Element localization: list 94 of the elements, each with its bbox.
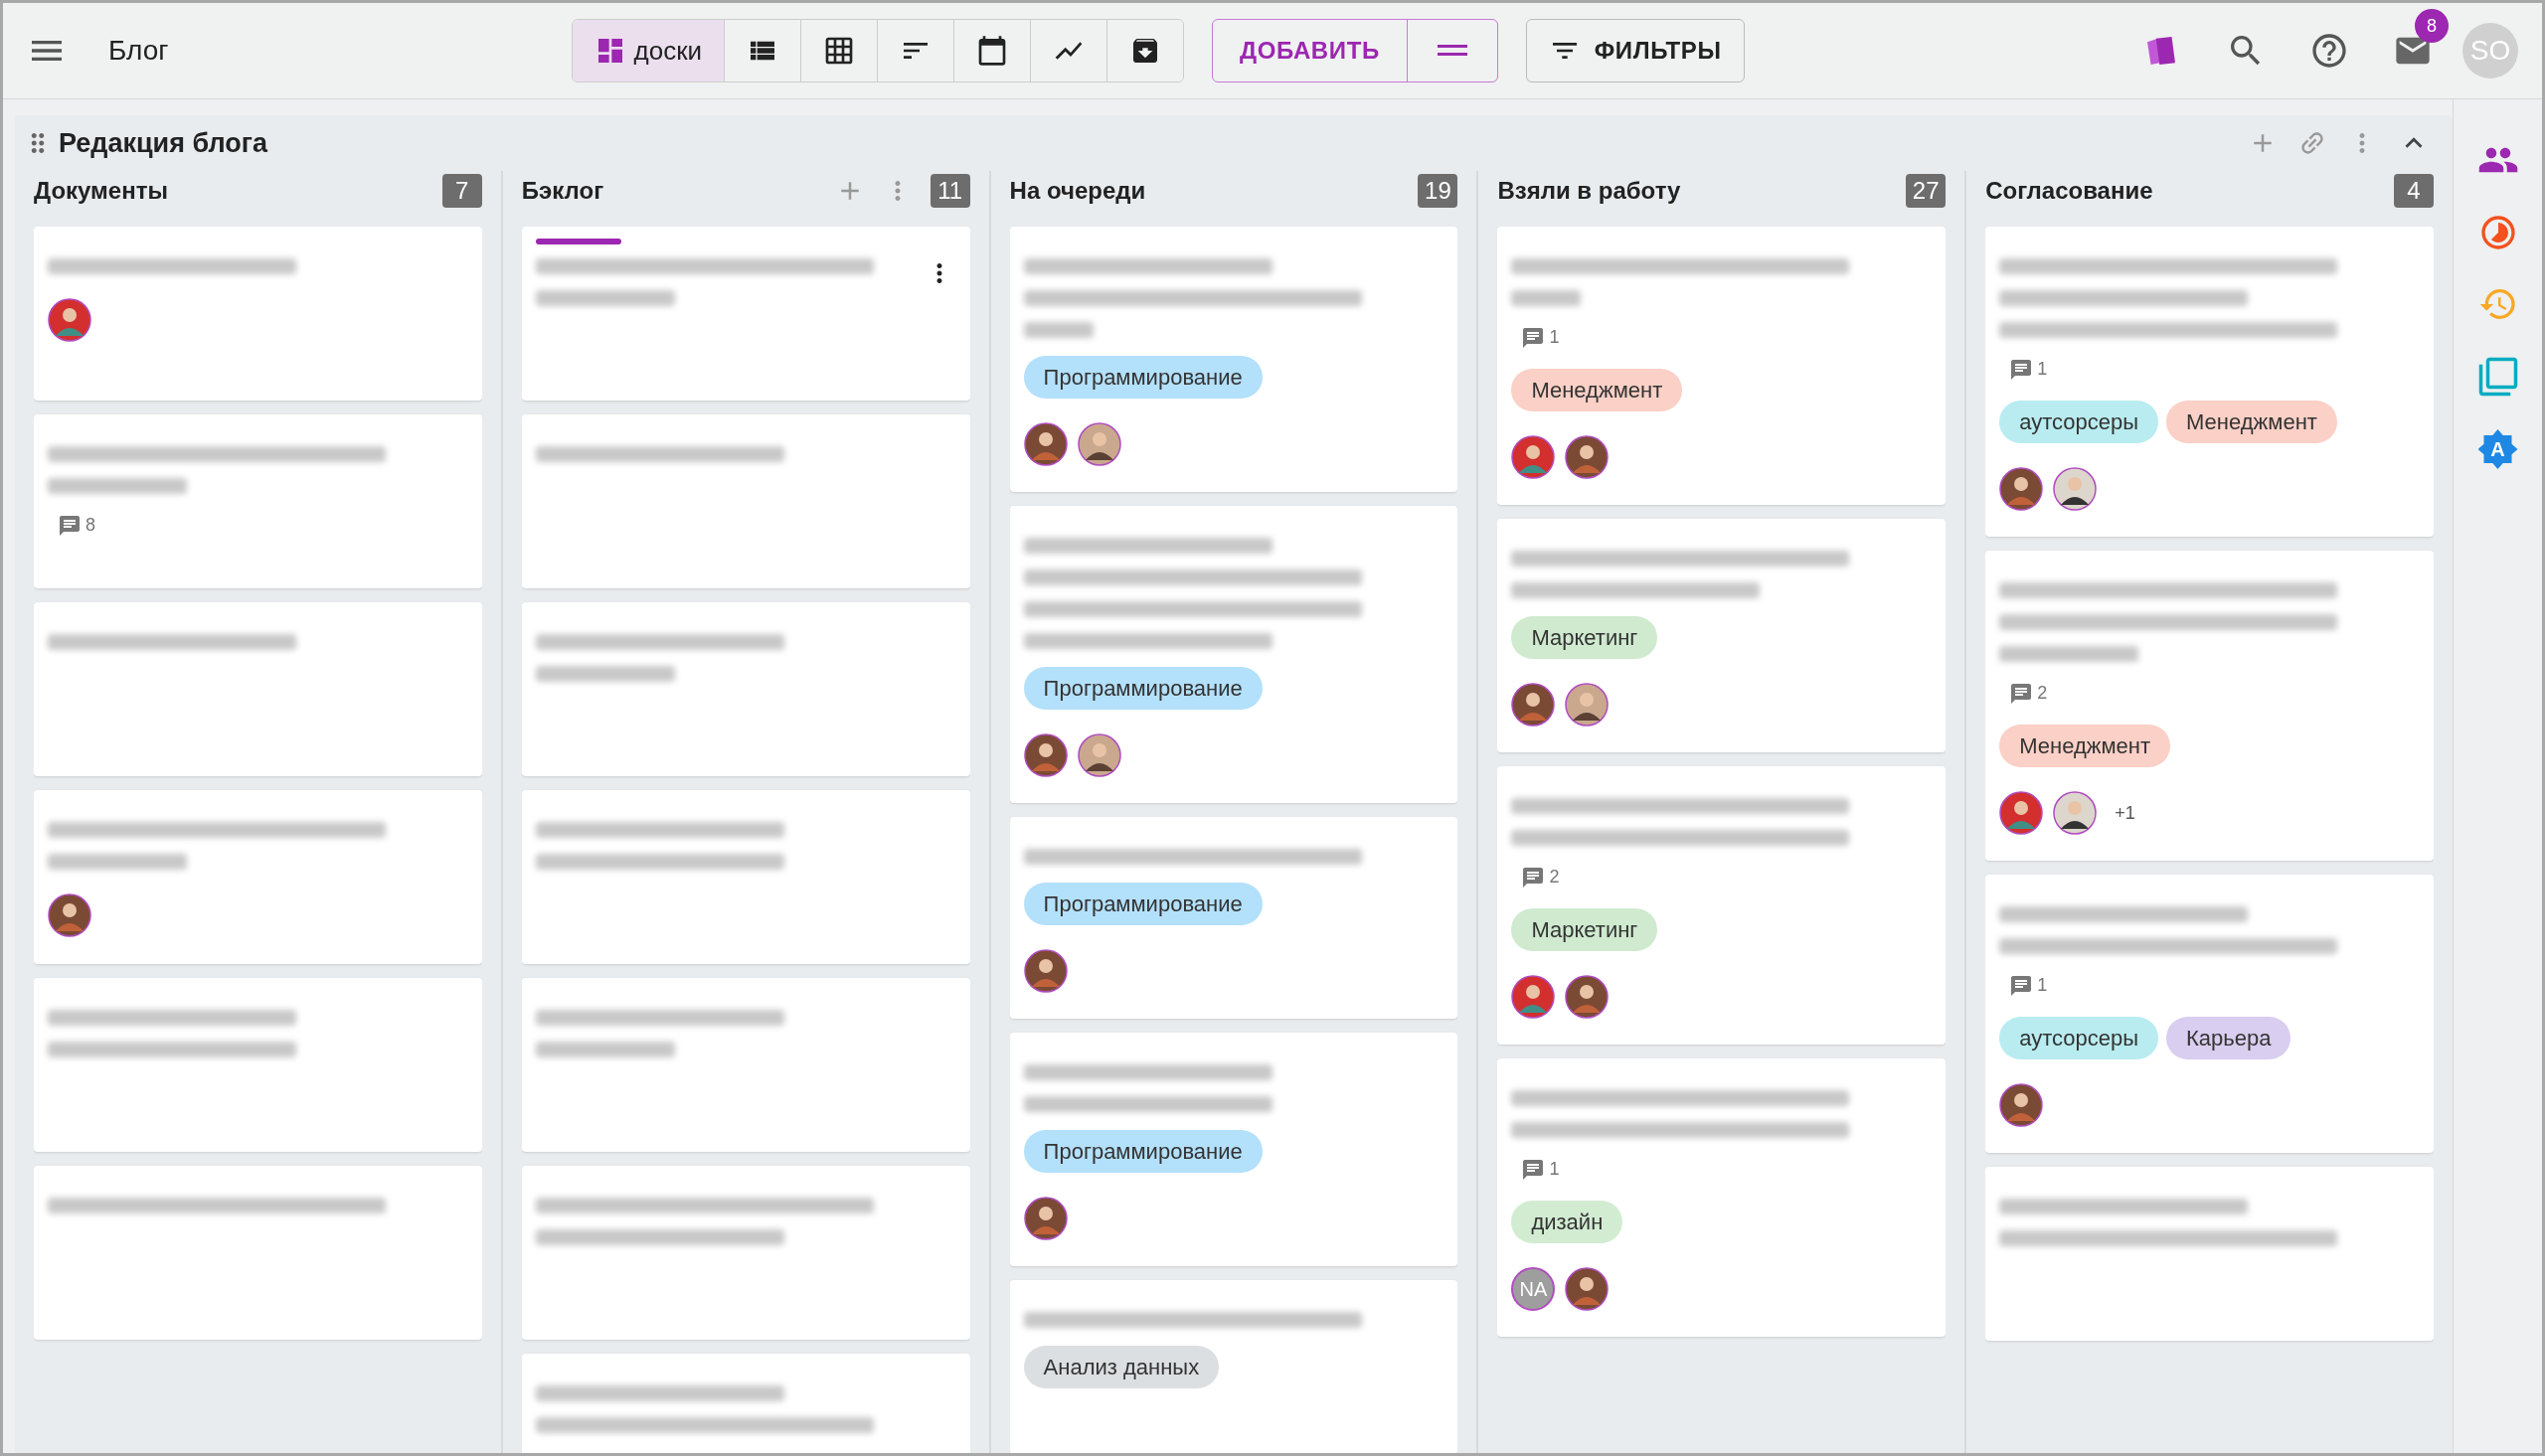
- user-avatar: [1565, 435, 1610, 479]
- comment-count: 1: [2037, 974, 2048, 997]
- tag: Менеджмент: [1511, 369, 1683, 411]
- tag: Программирование: [1023, 667, 1263, 710]
- badge-icon[interactable]: A: [2477, 429, 2518, 469]
- tag: Карьера: [2166, 1017, 2291, 1059]
- more-count: +1: [2115, 801, 2135, 825]
- comment-icon: [2009, 681, 2034, 706]
- user-avatar: [1023, 733, 1068, 777]
- tag: Маркетинг: [1511, 616, 1658, 659]
- task-card[interactable]: Анализ данных: [1009, 1280, 1458, 1453]
- view-tab[interactable]: [1106, 20, 1184, 81]
- help-icon[interactable]: [2309, 31, 2349, 71]
- count-badge: 27: [1906, 174, 1947, 208]
- copy-icon[interactable]: [2476, 356, 2519, 398]
- comment-count: 1: [1549, 326, 1560, 349]
- comment-icon: [1521, 1157, 1546, 1182]
- user-avatar: [1077, 422, 1121, 466]
- task-card[interactable]: [1985, 1167, 2434, 1341]
- tag: Менеджмент: [2166, 401, 2337, 443]
- user-avatar: [1511, 975, 1556, 1019]
- tag: Анализ данных: [1023, 1346, 1220, 1388]
- task-card[interactable]: 1 Менеджмент: [1497, 227, 1947, 505]
- task-card[interactable]: [521, 790, 970, 964]
- user-avatar: [1565, 1267, 1610, 1311]
- task-card[interactable]: 2 Маркетинг: [1497, 766, 1947, 1045]
- tag: Маркетинг: [1511, 908, 1658, 951]
- user-avatar: [1999, 791, 2044, 835]
- task-card[interactable]: [34, 227, 482, 401]
- comment-icon: [2009, 357, 2034, 382]
- task-card[interactable]: [34, 790, 482, 964]
- board-title: Редакция блога: [59, 126, 268, 160]
- comment-icon: [2009, 973, 2034, 998]
- task-card[interactable]: [521, 602, 970, 776]
- task-card[interactable]: 8: [34, 414, 482, 588]
- notification-badge: 8: [2415, 9, 2449, 43]
- count-badge: 4: [2394, 174, 2434, 208]
- task-card[interactable]: [34, 1166, 482, 1340]
- tag: Программирование: [1023, 1130, 1263, 1173]
- comment-icon: [1521, 325, 1546, 350]
- task-card[interactable]: [34, 978, 482, 1152]
- user-avatar: [48, 298, 91, 342]
- comment-count: 1: [1549, 1158, 1560, 1181]
- comment-count: 1: [2037, 358, 2048, 381]
- column-title: Согласование: [1985, 176, 2153, 206]
- task-card[interactable]: [34, 602, 482, 776]
- column-title: Документы: [34, 176, 168, 206]
- task-card[interactable]: Программирование: [1009, 817, 1458, 1019]
- task-card[interactable]: [521, 1166, 970, 1340]
- comment-count: 2: [2037, 682, 2048, 705]
- count-badge: 7: [441, 174, 482, 208]
- user-avatar: [1565, 683, 1610, 727]
- column-title: Бэклог: [521, 176, 604, 206]
- task-card[interactable]: Маркетинг: [1497, 519, 1947, 752]
- user-avatar: [1023, 1197, 1068, 1240]
- tag: аутсорсеры: [1999, 1017, 2158, 1059]
- user-avatar: [1999, 467, 2044, 511]
- tag: аутсорсеры: [1999, 401, 2158, 443]
- task-card[interactable]: Программирование: [1009, 1033, 1458, 1266]
- user-avatar: NA: [1511, 1267, 1556, 1311]
- comment-count: 2: [1549, 866, 1560, 889]
- count-badge: 19: [1418, 174, 1458, 208]
- user-avatar: [48, 893, 91, 937]
- task-card[interactable]: [521, 414, 970, 588]
- user-avatar: [1999, 1083, 2044, 1127]
- view-tab[interactable]: доски: [572, 20, 725, 81]
- tag: дизайн: [1511, 1201, 1623, 1243]
- comment-icon: [58, 513, 82, 538]
- task-card[interactable]: 2 Менеджмент +1: [1985, 551, 2434, 861]
- task-card[interactable]: 1 дизайн NA: [1497, 1058, 1947, 1337]
- comment-count: 8: [85, 514, 95, 537]
- user-avatar: [1511, 683, 1556, 727]
- filters-button[interactable]: ФИЛЬТРЫ: [1525, 19, 1745, 82]
- app-title: Блог: [108, 34, 169, 68]
- equals-icon: [1437, 45, 1467, 57]
- column-title: На очереди: [1009, 176, 1146, 206]
- task-card[interactable]: Программирование: [1009, 506, 1458, 803]
- column-title: Взяли в работу: [1497, 176, 1681, 206]
- tag: Программирование: [1023, 883, 1263, 925]
- user-avatar: [1023, 422, 1068, 466]
- task-card[interactable]: Программирование: [1009, 227, 1458, 492]
- user-avatar: [2053, 467, 2098, 511]
- user-avatar: [2053, 791, 2098, 835]
- user-avatar: [1565, 975, 1610, 1019]
- task-card[interactable]: 1 аутсорсеры Менеджмент: [1985, 227, 2434, 537]
- tag: Менеджмент: [1999, 725, 2171, 767]
- tag: Программирование: [1023, 356, 1263, 399]
- user-avatar: [1077, 733, 1121, 777]
- task-card[interactable]: [521, 978, 970, 1152]
- task-card[interactable]: 1 аутсорсеры Карьера: [1985, 875, 2434, 1153]
- user-avatar: [1023, 949, 1068, 993]
- count-badge: 11: [930, 174, 970, 208]
- user-avatar: [1511, 435, 1556, 479]
- comment-icon: [1521, 865, 1546, 890]
